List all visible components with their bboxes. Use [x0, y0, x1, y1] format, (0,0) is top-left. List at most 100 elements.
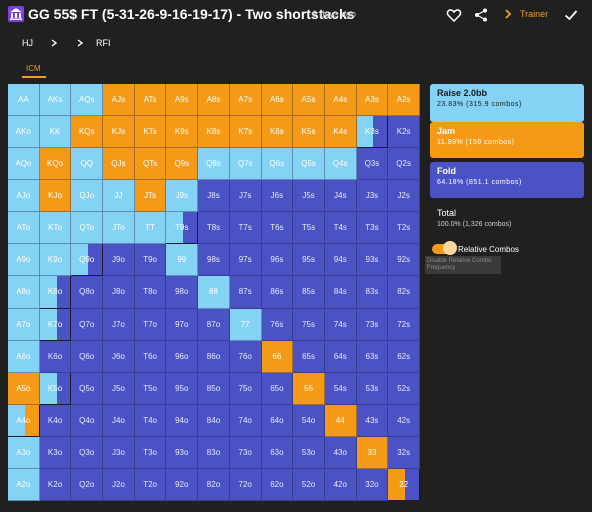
hand-cell-A5o[interactable]: A5o [8, 372, 40, 405]
hand-cell-94s[interactable]: 94s [324, 244, 357, 277]
hand-cell-88[interactable]: 88 [198, 276, 230, 309]
hand-cell-A3s[interactable]: A3s [356, 84, 389, 117]
hand-cell-J6s[interactable]: J6s [261, 180, 294, 213]
hand-cell-J7s[interactable]: J7s [229, 180, 262, 213]
hand-cell-82s[interactable]: 82s [388, 276, 420, 309]
hand-cell-T8o[interactable]: T8o [134, 276, 167, 309]
hand-cell-T5o[interactable]: T5o [134, 372, 167, 405]
hand-cell-K7s[interactable]: K7s [229, 116, 262, 149]
hand-cell-63o[interactable]: 63o [261, 436, 294, 469]
hand-cell-Q9s[interactable]: Q9s [166, 148, 199, 181]
hand-cell-J2s[interactable]: J2s [388, 180, 420, 213]
hand-cell-K2s[interactable]: K2s [388, 116, 420, 149]
hand-cell-96s[interactable]: 96s [261, 244, 294, 277]
hand-cell-Q6o[interactable]: Q6o [71, 340, 104, 373]
hand-cell-94o[interactable]: 94o [166, 404, 199, 437]
hand-cell-97o[interactable]: 97o [166, 308, 199, 341]
hand-cell-86o[interactable]: 86o [198, 340, 230, 373]
hand-cell-K8o[interactable]: K8o [39, 276, 72, 309]
hand-cell-J9s[interactable]: J9s [166, 180, 199, 213]
hand-cell-74s[interactable]: 74s [324, 308, 357, 341]
hand-cell-Q2o[interactable]: Q2o [71, 468, 104, 501]
hand-cell-QTo[interactable]: QTo [71, 212, 104, 245]
hand-cell-K4o[interactable]: K4o [39, 404, 72, 437]
hand-cell-99[interactable]: 99 [166, 244, 199, 277]
hand-cell-64o[interactable]: 64o [261, 404, 294, 437]
hand-cell-Q3s[interactable]: Q3s [356, 148, 389, 181]
hand-cell-QJs[interactable]: QJs [103, 148, 135, 181]
check-icon[interactable] [563, 7, 579, 23]
hand-cell-KTs[interactable]: KTs [134, 116, 167, 149]
hand-cell-84s[interactable]: 84s [324, 276, 357, 309]
hand-cell-55[interactable]: 55 [293, 372, 325, 405]
hand-cell-52s[interactable]: 52s [388, 372, 420, 405]
hand-cell-72o[interactable]: 72o [229, 468, 262, 501]
hand-cell-98o[interactable]: 98o [166, 276, 199, 309]
hand-cell-Q7o[interactable]: Q7o [71, 308, 104, 341]
hand-cell-93o[interactable]: 93o [166, 436, 199, 469]
hand-cell-Q8s[interactable]: Q8s [198, 148, 230, 181]
hand-cell-86s[interactable]: 86s [261, 276, 294, 309]
hand-cell-22[interactable]: 22 [388, 468, 420, 501]
hand-cell-97s[interactable]: 97s [229, 244, 262, 277]
hand-cell-83o[interactable]: 83o [198, 436, 230, 469]
hand-cell-53s[interactable]: 53s [356, 372, 389, 405]
hand-cell-A4o[interactable]: A4o [8, 404, 40, 437]
hand-cell-92o[interactable]: 92o [166, 468, 199, 501]
hand-cell-T2o[interactable]: T2o [134, 468, 167, 501]
hand-cell-ATs[interactable]: ATs [134, 84, 167, 117]
hand-cell-J8o[interactable]: J8o [103, 276, 135, 309]
hand-cell-A8s[interactable]: A8s [198, 84, 230, 117]
hand-cell-95s[interactable]: 95s [293, 244, 325, 277]
hand-cell-J3s[interactable]: J3s [356, 180, 389, 213]
hand-cell-T8s[interactable]: T8s [198, 212, 230, 245]
hand-cell-K9o[interactable]: K9o [39, 244, 72, 277]
hand-cell-72s[interactable]: 72s [388, 308, 420, 341]
share-icon[interactable] [473, 7, 489, 23]
hand-cell-JJ[interactable]: JJ [103, 180, 135, 213]
hand-cell-A5s[interactable]: A5s [293, 84, 325, 117]
hand-cell-K9s[interactable]: K9s [166, 116, 199, 149]
hand-cell-87o[interactable]: 87o [198, 308, 230, 341]
hand-cell-54s[interactable]: 54s [324, 372, 357, 405]
hand-cell-Q9o[interactable]: Q9o [71, 244, 104, 277]
hand-cell-K2o[interactable]: K2o [39, 468, 72, 501]
hand-cell-AKo[interactable]: AKo [8, 116, 40, 149]
hand-cell-85s[interactable]: 85s [293, 276, 325, 309]
hand-cell-T6o[interactable]: T6o [134, 340, 167, 373]
hand-cell-AQo[interactable]: AQo [8, 148, 40, 181]
hand-cell-A9s[interactable]: A9s [166, 84, 199, 117]
hand-cell-J4o[interactable]: J4o [103, 404, 135, 437]
hand-cell-J7o[interactable]: J7o [103, 308, 135, 341]
hand-cell-76s[interactable]: 76s [261, 308, 294, 341]
trainer-button[interactable]: Trainer [520, 9, 548, 19]
hand-cell-K4s[interactable]: K4s [324, 116, 357, 149]
hand-cell-J5s[interactable]: J5s [293, 180, 325, 213]
hand-cell-Q6s[interactable]: Q6s [261, 148, 294, 181]
hand-cell-KK[interactable]: KK [39, 116, 72, 149]
hand-cell-AJs[interactable]: AJs [103, 84, 135, 117]
hand-cell-A7s[interactable]: A7s [229, 84, 262, 117]
hand-cell-J3o[interactable]: J3o [103, 436, 135, 469]
hand-cell-43s[interactable]: 43s [356, 404, 389, 437]
hand-cell-J4s[interactable]: J4s [324, 180, 357, 213]
hand-cell-T3s[interactable]: T3s [356, 212, 389, 245]
hand-cell-TT[interactable]: TT [134, 212, 167, 245]
hand-cell-62s[interactable]: 62s [388, 340, 420, 373]
legend-jam[interactable]: Jam 11.99% (159 combos) [430, 122, 584, 158]
hand-cell-ATo[interactable]: ATo [8, 212, 40, 245]
hand-cell-J2o[interactable]: J2o [103, 468, 135, 501]
hand-cell-Q5o[interactable]: Q5o [71, 372, 104, 405]
hand-cell-T4o[interactable]: T4o [134, 404, 167, 437]
hand-cell-53o[interactable]: 53o [293, 436, 325, 469]
hand-cell-K8s[interactable]: K8s [198, 116, 230, 149]
hand-cell-98s[interactable]: 98s [198, 244, 230, 277]
hand-cell-32o[interactable]: 32o [356, 468, 389, 501]
hand-cell-T4s[interactable]: T4s [324, 212, 357, 245]
hand-cell-65o[interactable]: 65o [261, 372, 294, 405]
hand-cell-84o[interactable]: 84o [198, 404, 230, 437]
hand-cell-75o[interactable]: 75o [229, 372, 262, 405]
hand-cell-92s[interactable]: 92s [388, 244, 420, 277]
hand-cell-KJs[interactable]: KJs [103, 116, 135, 149]
hand-cell-87s[interactable]: 87s [229, 276, 262, 309]
